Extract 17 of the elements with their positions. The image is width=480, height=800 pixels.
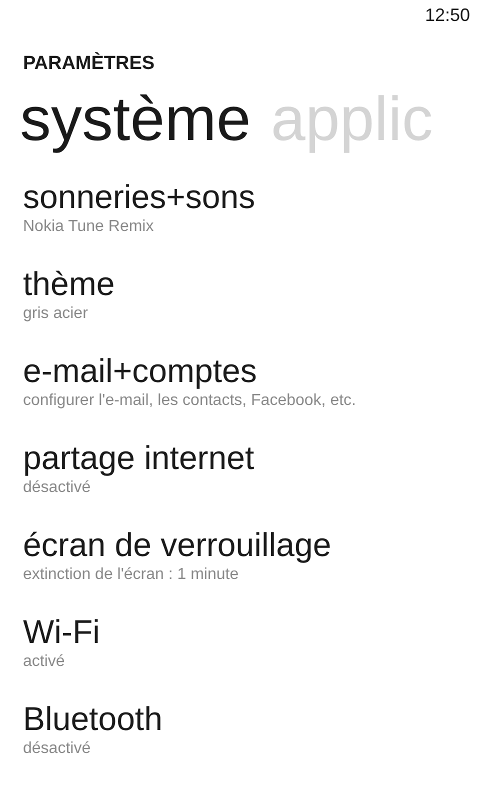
setting-subtitle: désactivé — [23, 478, 92, 498]
setting-subtitle: Nokia Tune Remix — [23, 217, 155, 237]
setting-title[interactable]: écran de verrouillage — [23, 525, 480, 565]
setting-title[interactable]: Bluetooth — [23, 699, 480, 739]
setting-title[interactable]: partage internet — [23, 438, 480, 478]
clock-time: 12:50 — [424, 5, 470, 27]
setting-title[interactable]: Wi-Fi — [23, 612, 480, 652]
app-title: PARAMÈTRES — [23, 53, 156, 75]
setting-subtitle: désactivé — [23, 739, 92, 759]
setting-title[interactable]: sonneries+sons — [23, 177, 480, 217]
setting-title[interactable]: thème — [23, 264, 480, 304]
setting-subtitle: configurer l'e-mail, les contacts, Facebook, etc. — [23, 391, 357, 411]
setting-subtitle: extinction de l'écran : 1 minute — [23, 565, 240, 585]
setting-subtitle: gris acier — [23, 304, 89, 324]
pivot-tab[interactable]: système — [20, 81, 251, 159]
setting-title[interactable]: e-mail+comptes — [23, 351, 480, 391]
setting-subtitle: activé — [23, 652, 66, 672]
